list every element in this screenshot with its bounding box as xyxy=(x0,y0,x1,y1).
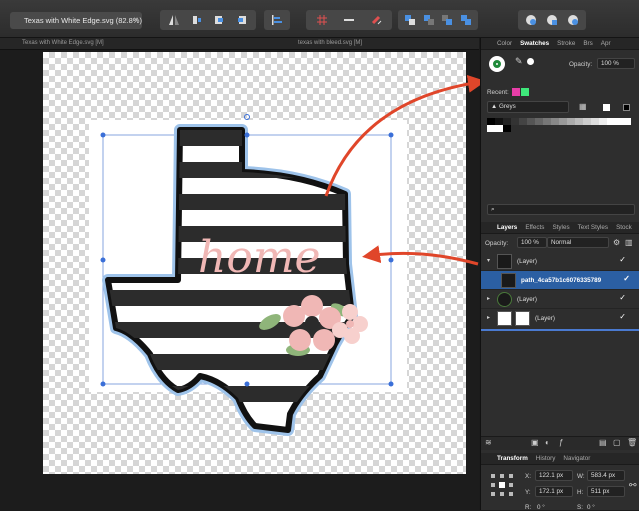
layer-row[interactable]: ▾ (Layer) ✓ xyxy=(481,252,639,271)
w-field[interactable]: 583.4 px xyxy=(587,470,625,481)
layer-lock-icon[interactable]: ▥ xyxy=(625,238,633,247)
swatches-opacity-label: Opacity: xyxy=(569,61,593,68)
visibility-checkbox[interactable]: ✓ xyxy=(619,255,626,264)
greys-swatch-grid[interactable] xyxy=(487,118,635,132)
stroke-circle-icon[interactable] xyxy=(493,60,501,68)
tab-history[interactable]: History xyxy=(536,455,556,462)
tab-layers[interactable]: Layers xyxy=(497,224,517,231)
h-field[interactable]: 511 px xyxy=(587,486,625,497)
expand-icon[interactable]: ▾ xyxy=(487,257,490,264)
layer-settings-gear-icon[interactable]: ⚙ xyxy=(613,238,620,247)
tab-swatches[interactable]: Swatches xyxy=(520,40,549,47)
mask-icon[interactable]: ▣ xyxy=(531,438,539,447)
group-layer-icon[interactable]: ▢ xyxy=(613,438,621,447)
palette-select[interactable]: ▲ Greys xyxy=(487,101,569,113)
fx-icon[interactable]: ƒ xyxy=(559,438,563,447)
link-icon[interactable]: ⚯ xyxy=(629,480,637,491)
layers-footer: ≋ ▣ ◐ ƒ ▤ ▢ 🗑 xyxy=(481,436,639,450)
color-panel-tabs: Color Swatches Stroke Brs Apr xyxy=(481,38,639,50)
layer-name: path_4ca57b1c6076335789 xyxy=(521,277,602,284)
layer-thumbnail xyxy=(497,311,512,326)
layers-opacity-field[interactable]: 100 % xyxy=(517,237,547,248)
tab-styles[interactable]: Styles xyxy=(552,224,569,231)
arrow-to-stroke-icon xyxy=(324,74,486,197)
grid-view-icon[interactable]: ▦ xyxy=(579,102,587,111)
tab-brushes[interactable]: Brs xyxy=(583,40,592,47)
visibility-checkbox[interactable]: ✓ xyxy=(619,312,626,321)
tab-text-styles[interactable]: Text Styles xyxy=(578,224,608,231)
anchor-grid[interactable] xyxy=(491,474,513,496)
visibility-checkbox[interactable]: ✓ xyxy=(619,293,626,302)
expand-icon[interactable]: ▸ xyxy=(487,295,490,302)
swatch-search-input[interactable]: ⌕ xyxy=(487,204,635,215)
expand-icon[interactable]: ▸ xyxy=(487,314,490,321)
recent-swatch-2[interactable] xyxy=(521,88,529,96)
adjustment-icon[interactable]: ◐ xyxy=(545,438,550,447)
blend-mode-select[interactable]: Normal xyxy=(547,237,609,248)
w-label: W: xyxy=(577,473,585,480)
color-dot-icon[interactable] xyxy=(527,58,534,65)
right-panel: Color Swatches Stroke Brs Apr ✎ Opacity:… xyxy=(480,38,639,511)
y-label: Y: xyxy=(525,489,531,496)
y-field[interactable]: 172.1 px xyxy=(535,486,573,497)
eyedropper-icon[interactable]: ✎ xyxy=(515,56,523,67)
h-label: H: xyxy=(577,489,584,496)
tab-transform[interactable]: Transform xyxy=(497,455,528,462)
add-layer-icon[interactable]: ▤ xyxy=(599,438,607,447)
layer-row-selected[interactable]: path_4ca57b1c6076335789 ✓ xyxy=(481,271,639,290)
layer-mask-thumbnail xyxy=(515,311,530,326)
layers-panel-tabs: Layers Effects Styles Text Styles Stock xyxy=(481,222,639,234)
recent-label: Recent: xyxy=(487,89,509,96)
layers-opacity-label: Opacity: xyxy=(485,240,509,247)
fill-none-icon[interactable] xyxy=(603,104,610,111)
layer-thumbnail xyxy=(501,273,516,288)
layer-name: (Layer) xyxy=(535,315,555,322)
x-field[interactable]: 122.1 px xyxy=(535,470,573,481)
tab-stroke[interactable]: Stroke xyxy=(557,40,575,47)
tab-navigator[interactable]: Navigator xyxy=(563,455,590,462)
visibility-checkbox[interactable]: ✓ xyxy=(623,274,630,283)
tab-appearance[interactable]: Apr xyxy=(601,40,611,47)
layer-thumbnail xyxy=(497,254,512,269)
tab-color[interactable]: Color xyxy=(497,40,512,47)
tab-stock[interactable]: Stock xyxy=(616,224,632,231)
layer-row[interactable]: ▸ (Layer) ✓ xyxy=(481,309,639,331)
search-icon: ⌕ xyxy=(491,206,495,213)
layer-name: (Layer) xyxy=(517,296,537,303)
arrow-to-layer xyxy=(362,245,479,266)
transform-panel-tabs: Transform History Navigator xyxy=(481,453,639,465)
tab-effects[interactable]: Effects xyxy=(525,224,544,231)
delete-layer-icon[interactable]: 🗑 xyxy=(627,438,637,447)
palette-name: Greys xyxy=(498,103,516,110)
fill-stroke-well[interactable] xyxy=(487,54,509,76)
layers-stack-icon[interactable]: ≋ xyxy=(485,438,492,447)
layer-name: (Layer) xyxy=(517,258,537,265)
x-label: X: xyxy=(525,473,531,480)
layer-thumbnail xyxy=(497,292,512,307)
layer-row[interactable]: ▸ (Layer) ✓ xyxy=(481,290,639,309)
swatches-opacity-field[interactable]: 100 % xyxy=(597,58,635,69)
palette-triangle-icon: ▲ xyxy=(491,103,499,110)
recent-swatch-1[interactable] xyxy=(512,88,520,96)
black-swatch-icon[interactable] xyxy=(623,104,630,111)
